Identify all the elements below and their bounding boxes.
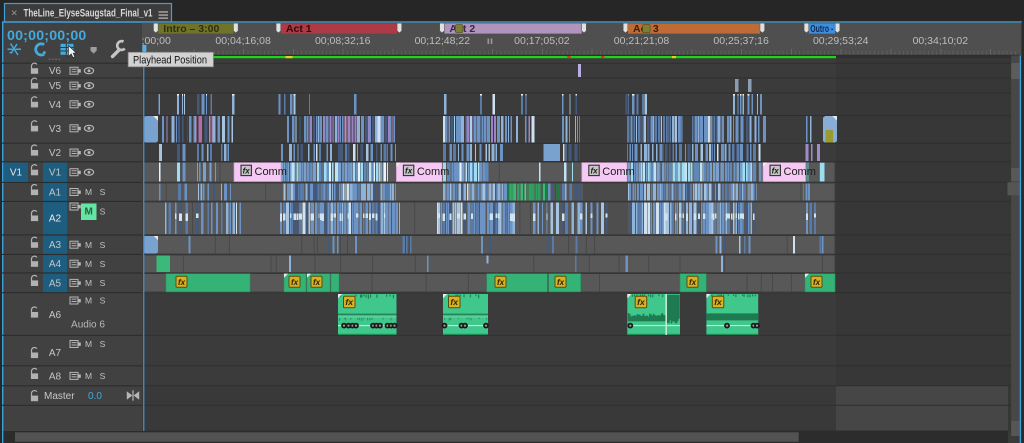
svg-text:Comm: Comm xyxy=(255,166,287,178)
svg-text:A8: A8 xyxy=(49,371,62,382)
svg-text:fx: fx xyxy=(313,278,321,287)
svg-text:fx: fx xyxy=(405,166,413,175)
svg-text:00;17;05;02: 00;17;05;02 xyxy=(514,35,570,47)
svg-text:V1: V1 xyxy=(10,168,23,179)
svg-text:×: × xyxy=(11,8,17,20)
svg-text:Intro – 3:00: Intro – 3:00 xyxy=(163,23,219,35)
svg-text:fx: fx xyxy=(345,297,354,307)
svg-text:fx: fx xyxy=(637,297,646,307)
svg-text:A3: A3 xyxy=(49,240,62,251)
svg-text:V6: V6 xyxy=(49,66,62,77)
svg-text:S: S xyxy=(100,296,106,306)
svg-text:Comm: Comm xyxy=(602,166,634,178)
svg-text:S: S xyxy=(100,240,106,250)
svg-text:fx: fx xyxy=(714,297,723,307)
svg-text:fx: fx xyxy=(772,166,780,175)
svg-text:M: M xyxy=(85,240,92,250)
svg-text:M: M xyxy=(85,339,92,349)
svg-text:fx: fx xyxy=(243,166,251,175)
svg-text:A7: A7 xyxy=(49,348,62,359)
svg-text:M: M xyxy=(85,187,92,197)
svg-text:fx: fx xyxy=(450,297,459,307)
svg-text:A1: A1 xyxy=(49,188,62,199)
svg-text:Comm: Comm xyxy=(417,166,449,178)
svg-text:M: M xyxy=(85,296,92,306)
svg-text:Comm: Comm xyxy=(784,166,816,178)
svg-text:fx: fx xyxy=(689,278,697,287)
svg-text:M: M xyxy=(85,259,92,269)
svg-text:M: M xyxy=(85,207,93,218)
svg-text:Playhead Position: Playhead Position xyxy=(133,54,207,66)
svg-text:TheLine_ElyseSaugstad_Final_v1: TheLine_ElyseSaugstad_Final_v1 xyxy=(24,7,153,19)
svg-text:S: S xyxy=(100,187,106,197)
svg-text:A5: A5 xyxy=(49,278,62,289)
svg-text:M: M xyxy=(85,278,92,288)
svg-text:00;21;21;08: 00;21;21;08 xyxy=(614,35,670,47)
svg-text:fx: fx xyxy=(813,278,821,287)
svg-text:00;08;32;16: 00;08;32;16 xyxy=(315,35,371,47)
svg-text:00;04;16;08: 00;04;16;08 xyxy=(215,35,271,47)
svg-text:Audio 6: Audio 6 xyxy=(71,320,105,331)
svg-text:A2: A2 xyxy=(49,214,62,225)
svg-text:Outro -: Outro - xyxy=(810,23,833,35)
svg-text:fx: fx xyxy=(291,278,299,287)
svg-text:00;29;53;24: 00;29;53;24 xyxy=(813,35,869,47)
svg-text:00;25;37;16: 00;25;37;16 xyxy=(713,35,769,47)
svg-text:V2: V2 xyxy=(49,148,62,159)
svg-text:M: M xyxy=(85,371,92,381)
svg-text:V3: V3 xyxy=(49,124,62,135)
svg-text:S: S xyxy=(100,339,106,349)
svg-text:S: S xyxy=(100,278,106,288)
svg-text:V5: V5 xyxy=(49,81,62,92)
svg-text:S: S xyxy=(100,371,106,381)
svg-text:V4: V4 xyxy=(49,100,62,111)
svg-text:00;34;10;02: 00;34;10;02 xyxy=(913,35,969,47)
svg-text:A6: A6 xyxy=(49,310,62,321)
svg-text:fx: fx xyxy=(178,278,186,287)
svg-text:00;12;48;22: 00;12;48;22 xyxy=(415,35,471,47)
svg-text:S: S xyxy=(100,259,106,269)
svg-text:S: S xyxy=(100,207,106,217)
svg-text:fx: fx xyxy=(497,278,505,287)
svg-text:fx: fx xyxy=(590,166,598,175)
svg-text:V1: V1 xyxy=(49,168,62,179)
svg-text:00;00;00;00: 00;00;00;00 xyxy=(7,28,87,44)
svg-text:Master: Master xyxy=(44,391,75,402)
svg-text:A4: A4 xyxy=(49,259,62,270)
svg-text:0.0: 0.0 xyxy=(88,391,102,402)
svg-text:fx: fx xyxy=(557,278,565,287)
svg-text:Act 1: Act 1 xyxy=(286,23,312,35)
